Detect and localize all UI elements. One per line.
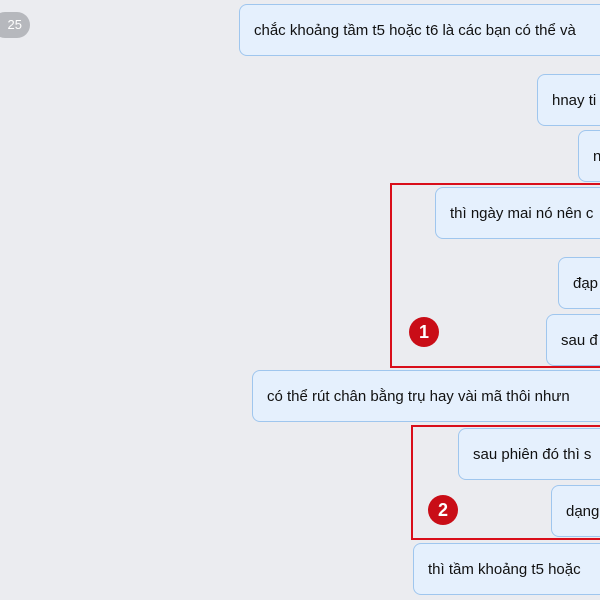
message-bubble[interactable]: chắc khoảng tầm t5 hoặc t6 là các bạn có… — [239, 4, 600, 56]
message-bubble[interactable]: thì tầm khoảng t5 hoặc — [413, 543, 600, 595]
message-bubble[interactable]: có thể rút chân bằng trụ hay vài mã thôi… — [252, 370, 600, 422]
annotation-marker-2: 2 — [428, 495, 458, 525]
annotation-marker-1: 1 — [409, 317, 439, 347]
message-bubble[interactable]: hnay ti — [537, 74, 600, 126]
timestamp-badge: 25 — [0, 12, 30, 38]
message-bubble[interactable]: n — [578, 130, 600, 182]
chat-view: 25 chắc khoảng tầm t5 hoặc t6 là các bạn… — [0, 0, 600, 600]
